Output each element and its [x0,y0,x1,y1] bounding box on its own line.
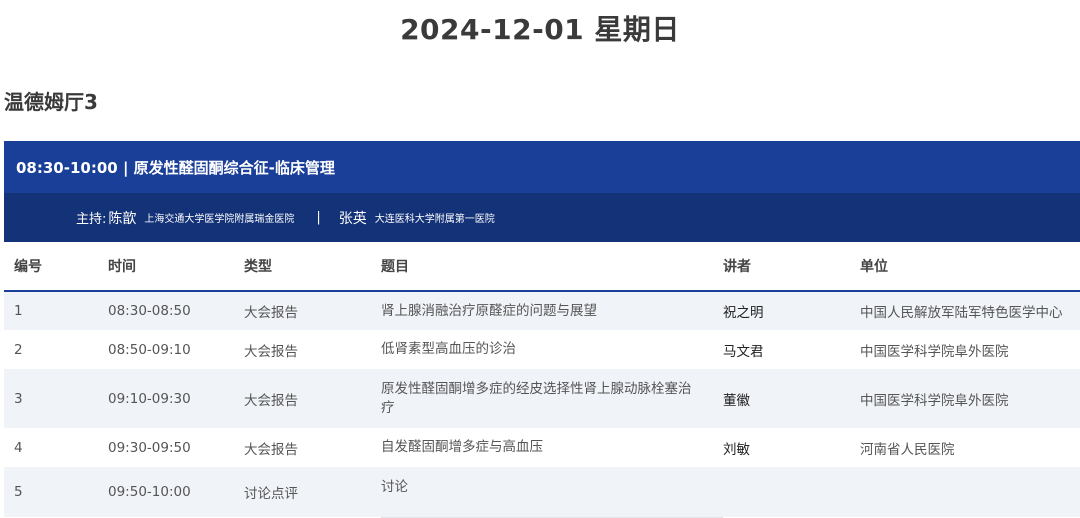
column-header-speaker: 讲者 [723,242,860,292]
row-unit: 中国医学科学院阜外医院 [860,392,1009,409]
column-header-number: 编号 [4,242,108,292]
row-time: 08:30-08:50 [108,303,191,319]
row-topic: 肾上腺消融治疗原醛症的问题与展望 [381,302,597,319]
row-unit: 河南省人民医院 [860,441,955,458]
row-topic: 低肾素型高血压的诊治 [381,341,516,357]
table-row: 4 09:30-09:50 大会报告 自发醛固酮增多症与高血压 刘敏 河南省人民… [4,428,1080,467]
row-topic: 原发性醛固酮增多症的经皮选择性肾上腺动脉栓塞治疗 [381,380,692,416]
schedule-table: 编号 时间 类型 题目 讲者 单位 1 08:30-08:50 大会报告 肾上腺… [4,242,1080,518]
row-number: 2 [14,341,23,358]
chair-name: 陈歆 [108,210,137,227]
row-type: 大会报告 [244,441,298,458]
page-date-title: 2024-12-01 星期日 [400,13,680,46]
chair-separator: | [316,210,321,225]
table-row: 2 08:50-09:10 大会报告 低肾素型高血压的诊治 马文君 中国医学科学… [4,330,1080,369]
table-row: 5 09:50-10:00 讨论点评 讨论 [4,467,1080,518]
row-topic: 讨论 [381,467,723,518]
chair-institution: 上海交通大学医学院附属瑞金医院 [144,214,295,225]
row-time: 08:50-09:10 [108,341,191,358]
row-speaker: 马文君 [723,343,764,360]
row-speaker: 董徽 [723,392,750,409]
row-type: 大会报告 [244,343,298,360]
row-type: 大会报告 [244,392,298,409]
column-header-topic: 题目 [381,242,723,292]
row-time: 09:10-09:30 [108,390,191,407]
table-header-row: 编号 时间 类型 题目 讲者 单位 [4,242,1080,292]
chair-label: 主持: [76,212,107,227]
table-row: 1 08:30-08:50 大会报告 肾上腺消融治疗原醛症的问题与展望 祝之明 … [4,291,1080,330]
row-unit [860,467,1080,517]
row-topic: 自发醛固酮增多症与高血压 [381,439,543,455]
session-title[interactable]: 08:30-10:00 | 原发性醛固酮综合征-临床管理 [4,141,1080,193]
row-type: 大会报告 [244,305,298,321]
row-number: 5 [14,484,23,500]
row-type: 讨论点评 [244,486,298,502]
hall-title: 温德姆厅3 [4,90,98,114]
table-row: 3 09:10-09:30 大会报告 原发性醛固酮增多症的经皮选择性肾上腺动脉栓… [4,369,1080,428]
chair-institution: 大连医科大学附属第一医院 [374,214,495,225]
row-number: 1 [14,303,23,319]
session-card: 08:30-10:00 | 原发性醛固酮综合征-临床管理 主持: 陈歆 上海交通… [4,141,1080,518]
row-number: 4 [14,439,23,456]
row-speaker [723,467,860,517]
chair-name: 张英 [338,210,367,227]
row-speaker: 刘敏 [723,441,750,458]
column-header-unit: 单位 [860,242,1080,292]
row-unit: 中国医学科学院阜外医院 [860,343,1009,360]
row-time: 09:50-10:00 [108,484,191,500]
row-speaker: 祝之明 [723,305,764,321]
row-time: 09:30-09:50 [108,439,191,456]
column-header-type: 类型 [244,242,381,292]
row-number: 3 [14,390,23,407]
chair-bar: 主持: 陈歆 上海交通大学医学院附属瑞金医院 | 张英 大连医科大学附属第一医院 [4,193,1080,242]
column-header-time: 时间 [108,242,244,292]
row-unit: 中国人民解放军陆军特色医学中心 [860,305,1063,321]
